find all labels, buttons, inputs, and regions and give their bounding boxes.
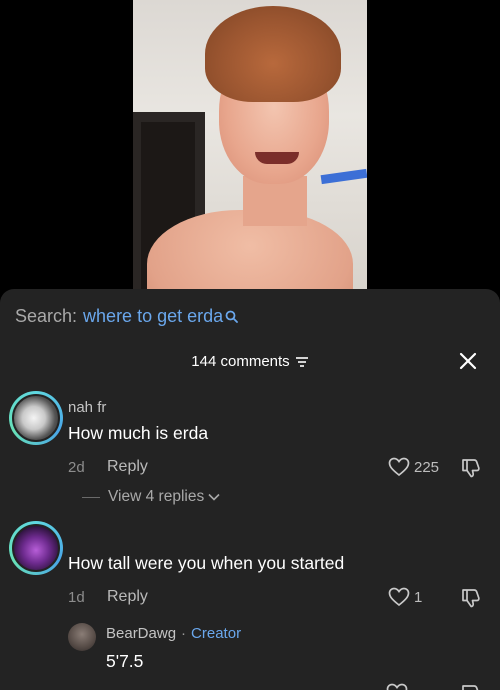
close-icon[interactable] <box>458 351 478 371</box>
filter-icon[interactable] <box>295 356 309 368</box>
view-replies-label: View 4 replies <box>108 488 205 505</box>
comment-time: 2d <box>68 459 85 476</box>
video-preview[interactable] <box>0 0 500 290</box>
thumbs-down-icon[interactable] <box>460 587 482 609</box>
comments-count-header: 144 comments <box>0 353 500 370</box>
comment-text: How much is erda <box>68 423 209 443</box>
background-stripe <box>320 168 367 185</box>
search-query-link[interactable]: where to get erda <box>83 306 223 327</box>
comment-time: 1d <box>68 589 85 606</box>
replies-divider <box>82 496 100 498</box>
comment-username[interactable]: nah fr <box>68 399 106 416</box>
heart-icon[interactable] <box>388 587 410 607</box>
thumbs-down-icon[interactable] <box>460 683 482 690</box>
thumbs-down-icon[interactable] <box>460 457 482 479</box>
avatar[interactable] <box>9 521 63 575</box>
like-count: 225 <box>414 459 440 476</box>
video-frame[interactable] <box>133 0 367 290</box>
reply-button[interactable]: Reply <box>107 458 148 476</box>
avatar[interactable] <box>68 623 96 651</box>
avatar[interactable] <box>9 391 63 445</box>
comments-count: 144 comments <box>191 353 290 370</box>
reply-text: 5'7.5 <box>106 651 144 671</box>
view-replies-button[interactable]: View 4 replies <box>82 488 220 506</box>
like-count: 1 <box>414 589 423 606</box>
chevron-down-icon <box>208 493 220 501</box>
person-hair <box>205 6 341 102</box>
heart-icon[interactable] <box>388 457 410 477</box>
comments-sheet: Search: where to get erda 144 comments n… <box>0 289 500 690</box>
search-icon[interactable] <box>225 310 239 323</box>
comment-text: How tall were you when you started <box>68 553 345 573</box>
separator-dot: · <box>181 625 187 642</box>
heart-icon[interactable] <box>386 683 408 690</box>
creator-badge: Creator <box>191 625 242 642</box>
person-mouth <box>255 152 299 164</box>
reply-button[interactable]: Reply <box>107 588 148 606</box>
reply-username[interactable]: BearDawg <box>106 625 176 642</box>
reply-header: BearDawg · Creator <box>106 625 241 642</box>
search-suggestion[interactable]: Search: where to get erda <box>15 306 239 327</box>
search-label: Search: <box>15 306 78 326</box>
